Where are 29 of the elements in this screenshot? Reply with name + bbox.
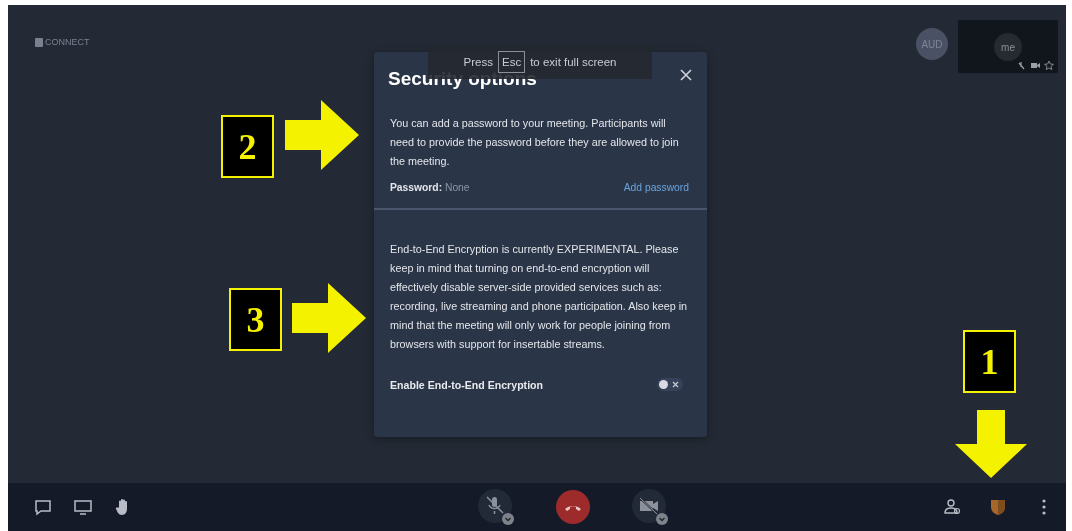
cross-icon xyxy=(672,381,679,388)
screen-share-icon[interactable] xyxy=(73,497,93,517)
encryption-toggle-label: Enable End-to-End Encryption xyxy=(390,378,544,391)
password-status: Password: None xyxy=(390,182,470,193)
hang-up-icon[interactable] xyxy=(554,489,591,525)
muted-microphone-icon[interactable] xyxy=(476,488,515,526)
chat-icon[interactable] xyxy=(33,497,53,517)
add-password-link[interactable]: Add password xyxy=(623,182,689,193)
logo-icon xyxy=(35,37,43,47)
encryption-description: End-to-End Encryption is currently EXPERIMENTAL. Please keep in mind that turning on end-to-end encryption will effectively disable server-side provided services such as: recording, live streaming and phone participation. Also keep in mind that the meeting will only work for people joining from browsers with support for insertable streams. xyxy=(390,242,689,352)
arrow-icon xyxy=(292,283,366,353)
logo: CONNECT xyxy=(45,37,90,47)
status-icons-drawing xyxy=(1018,61,1054,70)
password-description: You can add a password to your meeting. Participants will need to provide the password before they are allowed to join the meeting. xyxy=(390,116,680,169)
shield-icon[interactable] xyxy=(988,497,1008,517)
callout-number: 1 xyxy=(963,330,1016,393)
arrow-icon xyxy=(955,410,1027,478)
close-icon[interactable] xyxy=(679,68,693,82)
local-avatar: me xyxy=(994,33,1022,61)
local-video-tile[interactable]: me xyxy=(958,20,1058,73)
notice-text: to exit full screen xyxy=(530,56,617,68)
notice-text: Press xyxy=(463,56,493,68)
camera-off-icon[interactable] xyxy=(630,488,669,526)
key-hint: Esc xyxy=(497,51,526,73)
callout-number: 2 xyxy=(221,115,274,178)
arrow-icon xyxy=(285,100,359,170)
callout-number: 3 xyxy=(229,288,282,351)
participants-icon[interactable] xyxy=(942,497,962,517)
encryption-toggle[interactable] xyxy=(657,378,683,391)
